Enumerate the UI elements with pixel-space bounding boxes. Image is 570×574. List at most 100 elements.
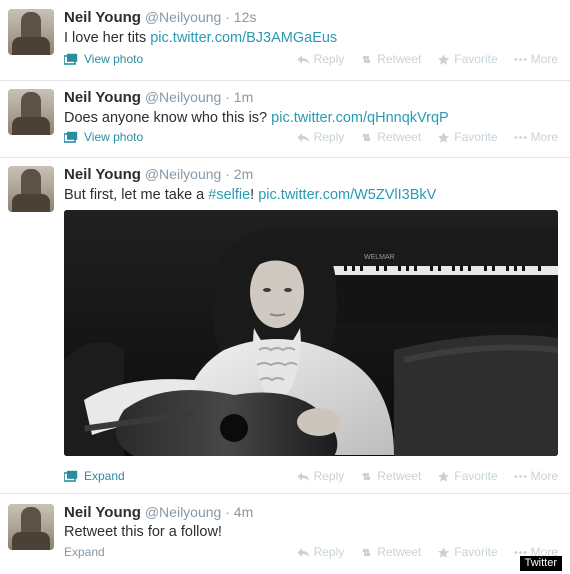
favorite-button[interactable]: Favorite	[437, 469, 498, 483]
author-handle[interactable]: @Neilyoung	[145, 89, 221, 105]
retweet-icon	[362, 472, 372, 480]
reply-icon	[297, 471, 310, 481]
author-name[interactable]: Neil Young	[64, 166, 141, 183]
avatar[interactable]	[8, 166, 54, 212]
expand-label: Expand	[64, 545, 105, 559]
more-button[interactable]: More	[514, 52, 558, 66]
reply-button[interactable]: Reply	[297, 469, 345, 483]
tweet: Neil Young @Neilyoung · 1m Does anyone k…	[0, 80, 570, 158]
photo-link[interactable]: pic.twitter.com/W5ZVlI3BkV	[258, 187, 436, 203]
tweet-actions: Reply Retweet Favorite More	[297, 52, 558, 66]
star-icon	[438, 546, 450, 558]
selfie-photo-image: WELMAR	[64, 210, 558, 456]
favorite-button[interactable]: Favorite	[437, 545, 498, 559]
more-icon	[514, 474, 527, 478]
photo-icon	[64, 470, 78, 482]
separator: ·	[225, 504, 230, 520]
piano-brand: WELMAR	[364, 254, 395, 261]
view-photo-label: View photo	[84, 52, 144, 66]
author-name[interactable]: Neil Young	[64, 89, 141, 106]
view-photo-button[interactable]: View photo	[64, 130, 143, 144]
retweet-button[interactable]: Retweet	[360, 52, 421, 66]
reply-label: Reply	[313, 469, 345, 483]
tweet-actions-row: View photo Reply Retweet Favorite More	[64, 130, 558, 148]
photo-link[interactable]: pic.twitter.com/BJ3AMGaEus	[150, 30, 337, 46]
tweet-actions-row: View photo Reply Retweet Favorite More	[64, 52, 558, 70]
author-handle[interactable]: @Neilyoung	[145, 9, 221, 25]
tweet-text: Does anyone know who this is? pic.twitte…	[64, 110, 449, 126]
expand-label: Expand	[84, 469, 125, 483]
retweet-label: Retweet	[377, 52, 422, 66]
more-icon	[514, 135, 527, 139]
tweet: Neil Young @Neilyoung · 12s I love her t…	[0, 0, 570, 81]
retweet-icon	[362, 548, 372, 556]
tweet-actions: Reply Retweet Favorite More	[297, 130, 558, 144]
tweet-photo[interactable]: WELMAR	[64, 210, 558, 456]
retweet-label: Retweet	[377, 130, 422, 144]
favorite-label: Favorite	[454, 545, 498, 559]
reply-icon	[297, 54, 310, 64]
reply-label: Reply	[313, 545, 345, 559]
retweet-icon	[362, 55, 372, 63]
retweet-label: Retweet	[377, 469, 422, 483]
reply-label: Reply	[313, 52, 345, 66]
star-icon	[438, 470, 450, 482]
timestamp[interactable]: 1m	[234, 89, 253, 105]
hashtag-link[interactable]: #selfie	[208, 187, 250, 203]
view-photo-label: View photo	[84, 130, 144, 144]
timestamp[interactable]: 4m	[234, 504, 253, 520]
source-badge: Twitter	[519, 556, 562, 571]
retweet-button[interactable]: Retweet	[360, 545, 421, 559]
expand-button[interactable]: Expand	[64, 545, 105, 559]
favorite-label: Favorite	[454, 130, 498, 144]
tweet-header: Neil Young @Neilyoung · 4m	[64, 504, 253, 521]
author-name[interactable]: Neil Young	[64, 504, 141, 521]
favorite-label: Favorite	[454, 52, 498, 66]
reply-button[interactable]: Reply	[297, 545, 345, 559]
photo-icon	[64, 131, 78, 143]
author-handle[interactable]: @Neilyoung	[145, 504, 221, 520]
photo-link[interactable]: pic.twitter.com/qHnnqkVrqP	[271, 110, 449, 126]
view-photo-button[interactable]: View photo	[64, 52, 143, 66]
tweet-actions: Reply Retweet Favorite More	[297, 469, 558, 483]
tweet-text: I love her tits pic.twitter.com/BJ3AMGaE…	[64, 30, 337, 46]
avatar[interactable]	[8, 504, 54, 550]
reply-label: Reply	[313, 130, 345, 144]
tweet-text-body: Does anyone know who this is?	[64, 110, 272, 126]
separator: ·	[225, 89, 230, 105]
tweet: Neil Young @Neilyoung · 4m Retweet this …	[0, 493, 570, 574]
favorite-button[interactable]: Favorite	[437, 130, 498, 144]
more-icon	[514, 57, 527, 61]
author-name[interactable]: Neil Young	[64, 9, 141, 26]
retweet-icon	[362, 133, 372, 141]
expand-button[interactable]: Expand	[64, 469, 125, 483]
reply-button[interactable]: Reply	[297, 130, 345, 144]
retweet-button[interactable]: Retweet	[360, 469, 421, 483]
tweet-header: Neil Young @Neilyoung · 12s	[64, 9, 256, 26]
tweet-feed: Neil Young @Neilyoung · 12s I love her t…	[0, 0, 570, 574]
reply-icon	[297, 132, 310, 142]
more-label: More	[530, 469, 558, 483]
reply-button[interactable]: Reply	[297, 52, 345, 66]
tweet-text-body: I love her tits	[64, 30, 151, 46]
tweet-text: Retweet this for a follow!	[64, 524, 222, 540]
separator: ·	[225, 9, 230, 25]
timestamp[interactable]: 2m	[234, 166, 253, 182]
avatar[interactable]	[8, 9, 54, 55]
retweet-button[interactable]: Retweet	[360, 130, 421, 144]
tweet-text: But first, let me take a #selfie! pic.tw…	[64, 187, 436, 203]
tweet-text-body: Retweet this for a follow!	[64, 524, 222, 540]
tweet-actions-row: Expand Reply Retweet Favorite More	[64, 545, 558, 563]
reply-icon	[297, 547, 310, 557]
more-button[interactable]: More	[514, 130, 558, 144]
more-button[interactable]: More	[514, 469, 558, 483]
star-icon	[438, 53, 450, 65]
avatar[interactable]	[8, 89, 54, 135]
separator: ·	[225, 166, 230, 182]
tweet-text-body: But first, let me take a	[64, 187, 209, 203]
tweet-header: Neil Young @Neilyoung · 1m	[64, 89, 253, 106]
favorite-button[interactable]: Favorite	[437, 52, 498, 66]
timestamp[interactable]: 12s	[234, 9, 257, 25]
more-label: More	[530, 52, 558, 66]
author-handle[interactable]: @Neilyoung	[145, 166, 221, 182]
